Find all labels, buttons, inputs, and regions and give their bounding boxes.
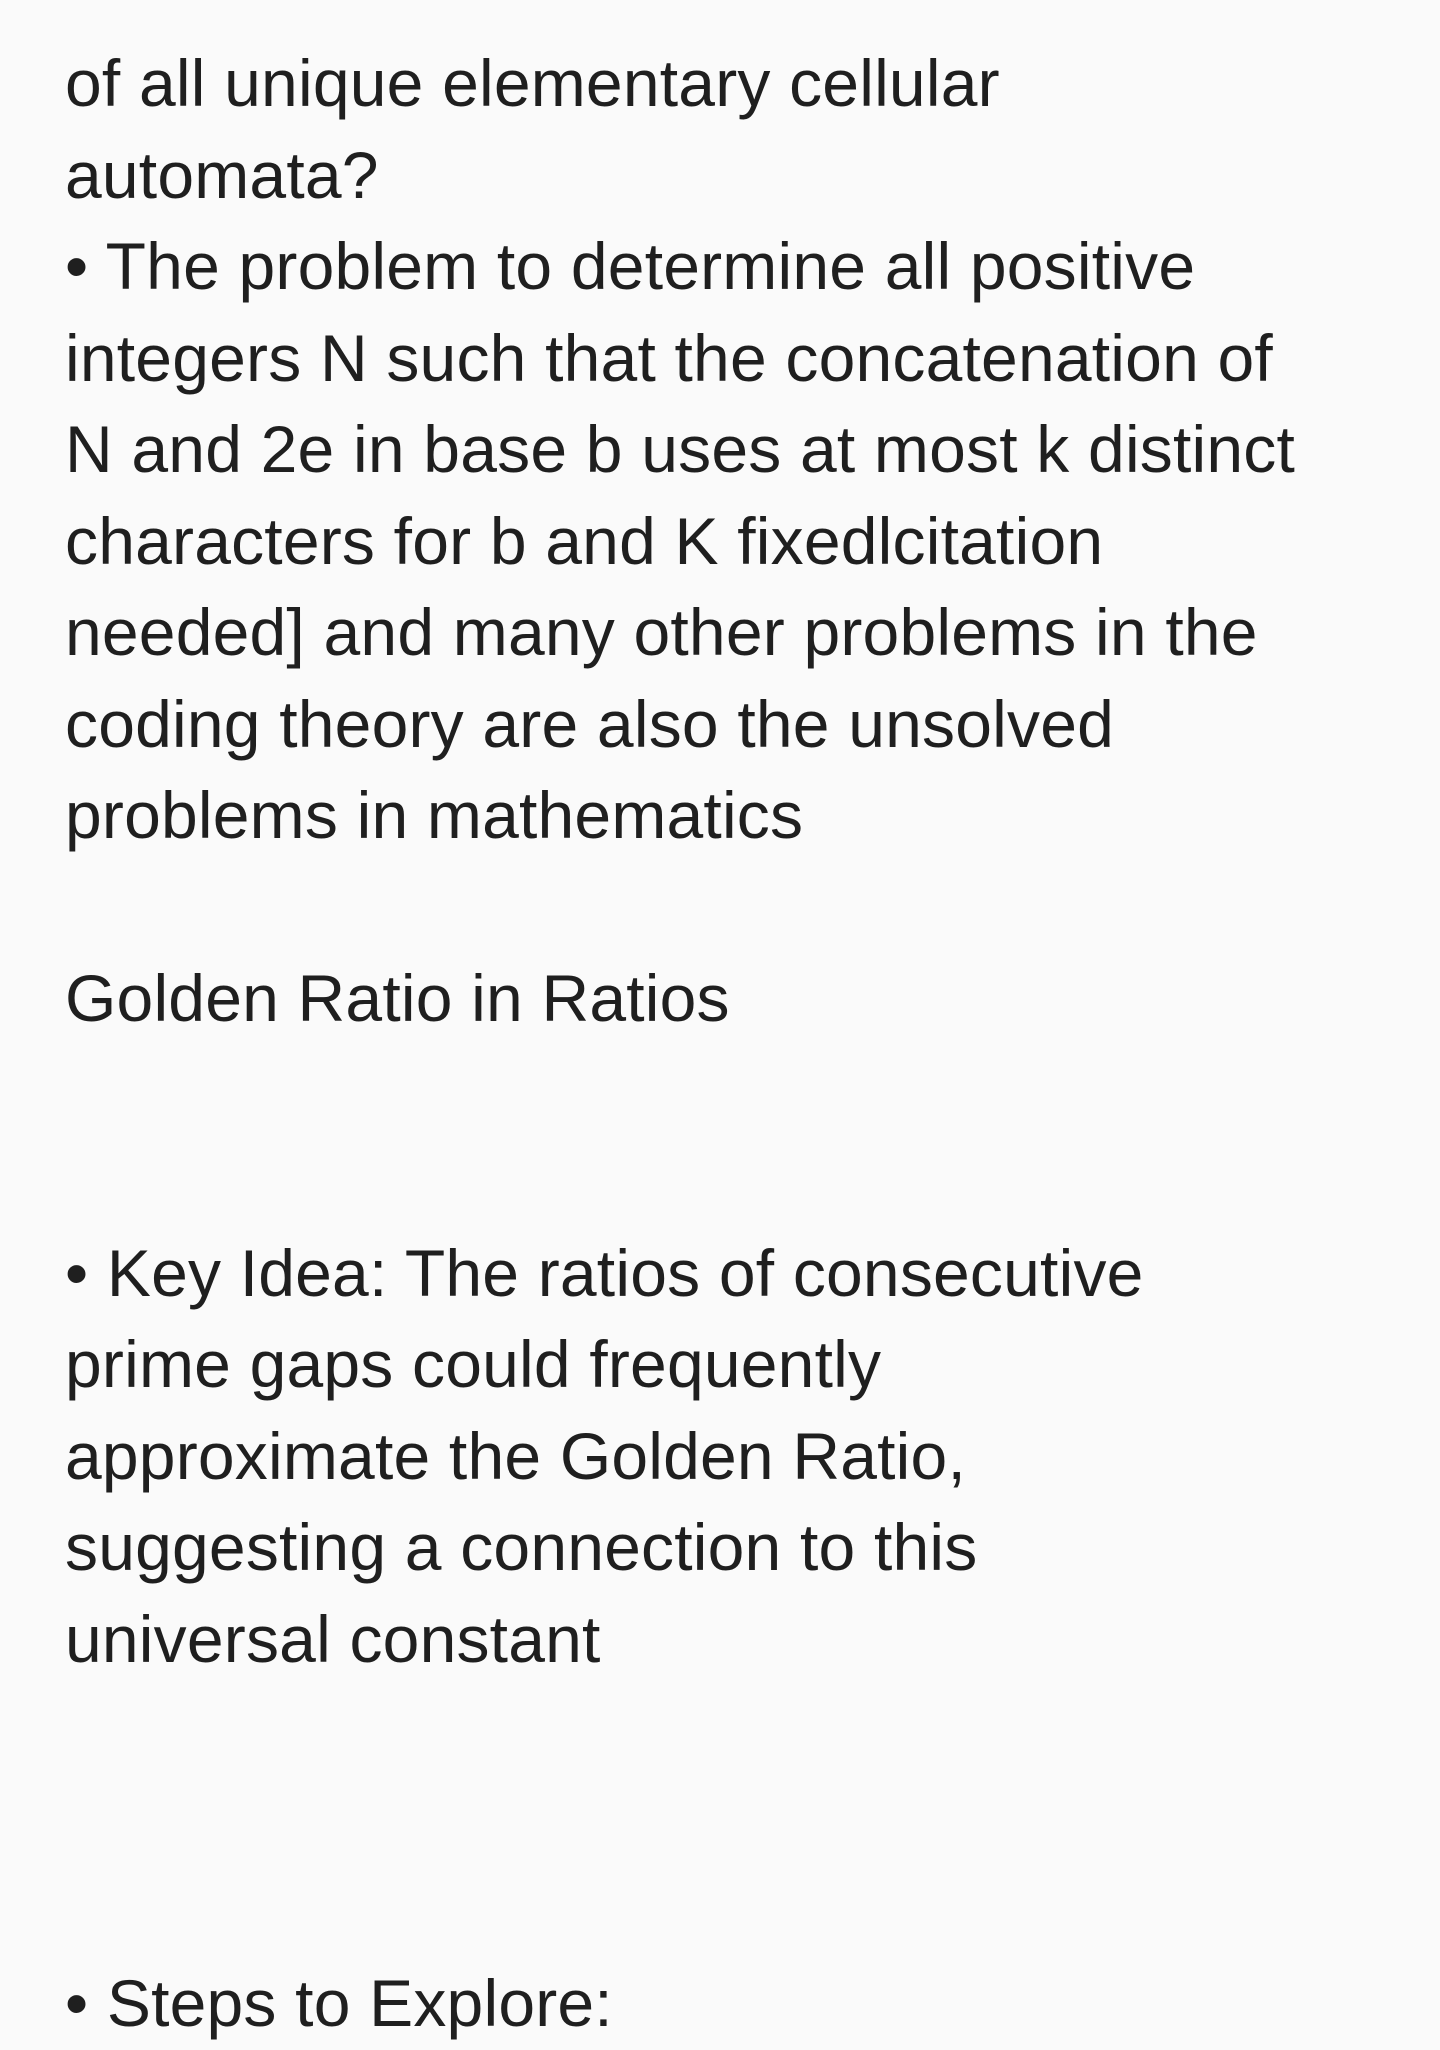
text-line: approximate the Golden Ratio, <box>65 1418 966 1493</box>
text-line: coding theory are also the unsolved <box>65 686 1115 761</box>
paragraph-key-idea: • Key Idea: The ratios of consecutive pr… <box>65 1228 1405 1686</box>
text-line: of all unique elementary cellular <box>65 46 1000 120</box>
text-line: automata? <box>65 137 379 212</box>
text-line: problems in mathematics <box>65 778 804 852</box>
text-line: needed] and many other problems in the <box>65 595 1258 669</box>
text-line: N and 2e in base b uses at most k distin… <box>65 412 1296 486</box>
text-line: characters for b and K fixedlcitation <box>65 503 1104 578</box>
text-line: • The problem to determine all positive <box>65 229 1196 303</box>
text-line: integers N such that the concatenation o… <box>65 320 1273 395</box>
paragraph-cellular-automata: of all unique elementary cellular automa… <box>65 38 1405 862</box>
text-line: • Key Idea: The ratios of consecutive <box>65 1235 1144 1310</box>
blank-space <box>65 1045 1405 1228</box>
text-line: prime gaps could frequently <box>65 1327 882 1401</box>
section-heading: Golden Ratio in Ratios <box>65 961 730 1035</box>
text-line: universal constant <box>65 1601 601 1676</box>
text-line: suggesting a connection to this <box>65 1510 978 1584</box>
blank-space <box>65 1685 1405 1958</box>
note-body[interactable]: of all unique elementary cellular automa… <box>65 38 1405 2050</box>
